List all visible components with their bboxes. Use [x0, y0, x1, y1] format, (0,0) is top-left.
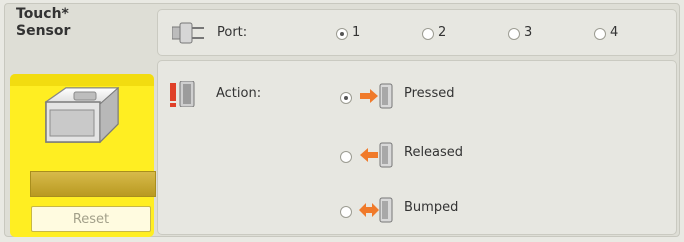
action-option-pressed: Pressed	[404, 86, 455, 101]
port-radio-4[interactable]	[594, 28, 606, 40]
block-body: Reset	[10, 74, 156, 237]
action-panel: Action: Pressed Released Bumped	[157, 60, 677, 235]
action-radio-released[interactable]	[340, 151, 352, 163]
released-icon	[360, 142, 393, 168]
block-summary: Touch* Sensor Reset	[8, 5, 156, 237]
port-option-3: 3	[524, 25, 533, 40]
port-option-4: 4	[610, 25, 619, 40]
action-option-released: Released	[404, 145, 464, 160]
port-radio-1[interactable]	[336, 28, 348, 40]
touch-sensor-icon	[44, 86, 120, 144]
port-plug-icon	[172, 22, 204, 44]
action-radio-pressed[interactable]	[340, 92, 352, 104]
action-option-bumped: Bumped	[404, 200, 459, 215]
port-panel: Port: 1 2 3 4	[157, 9, 677, 56]
block-title: Touch* Sensor	[16, 6, 71, 39]
port-radio-3[interactable]	[508, 28, 520, 40]
bumped-icon	[359, 197, 393, 223]
action-radio-bumped[interactable]	[340, 206, 352, 218]
pressed-icon	[360, 83, 393, 109]
port-option-1: 1	[352, 25, 361, 40]
action-alert-icon	[170, 81, 195, 107]
reset-button[interactable]: Reset	[31, 206, 151, 232]
action-label: Action:	[216, 86, 262, 101]
sensor-value-meter	[30, 171, 156, 197]
port-label: Port:	[217, 25, 248, 40]
port-radio-2[interactable]	[422, 28, 434, 40]
port-option-2: 2	[438, 25, 447, 40]
